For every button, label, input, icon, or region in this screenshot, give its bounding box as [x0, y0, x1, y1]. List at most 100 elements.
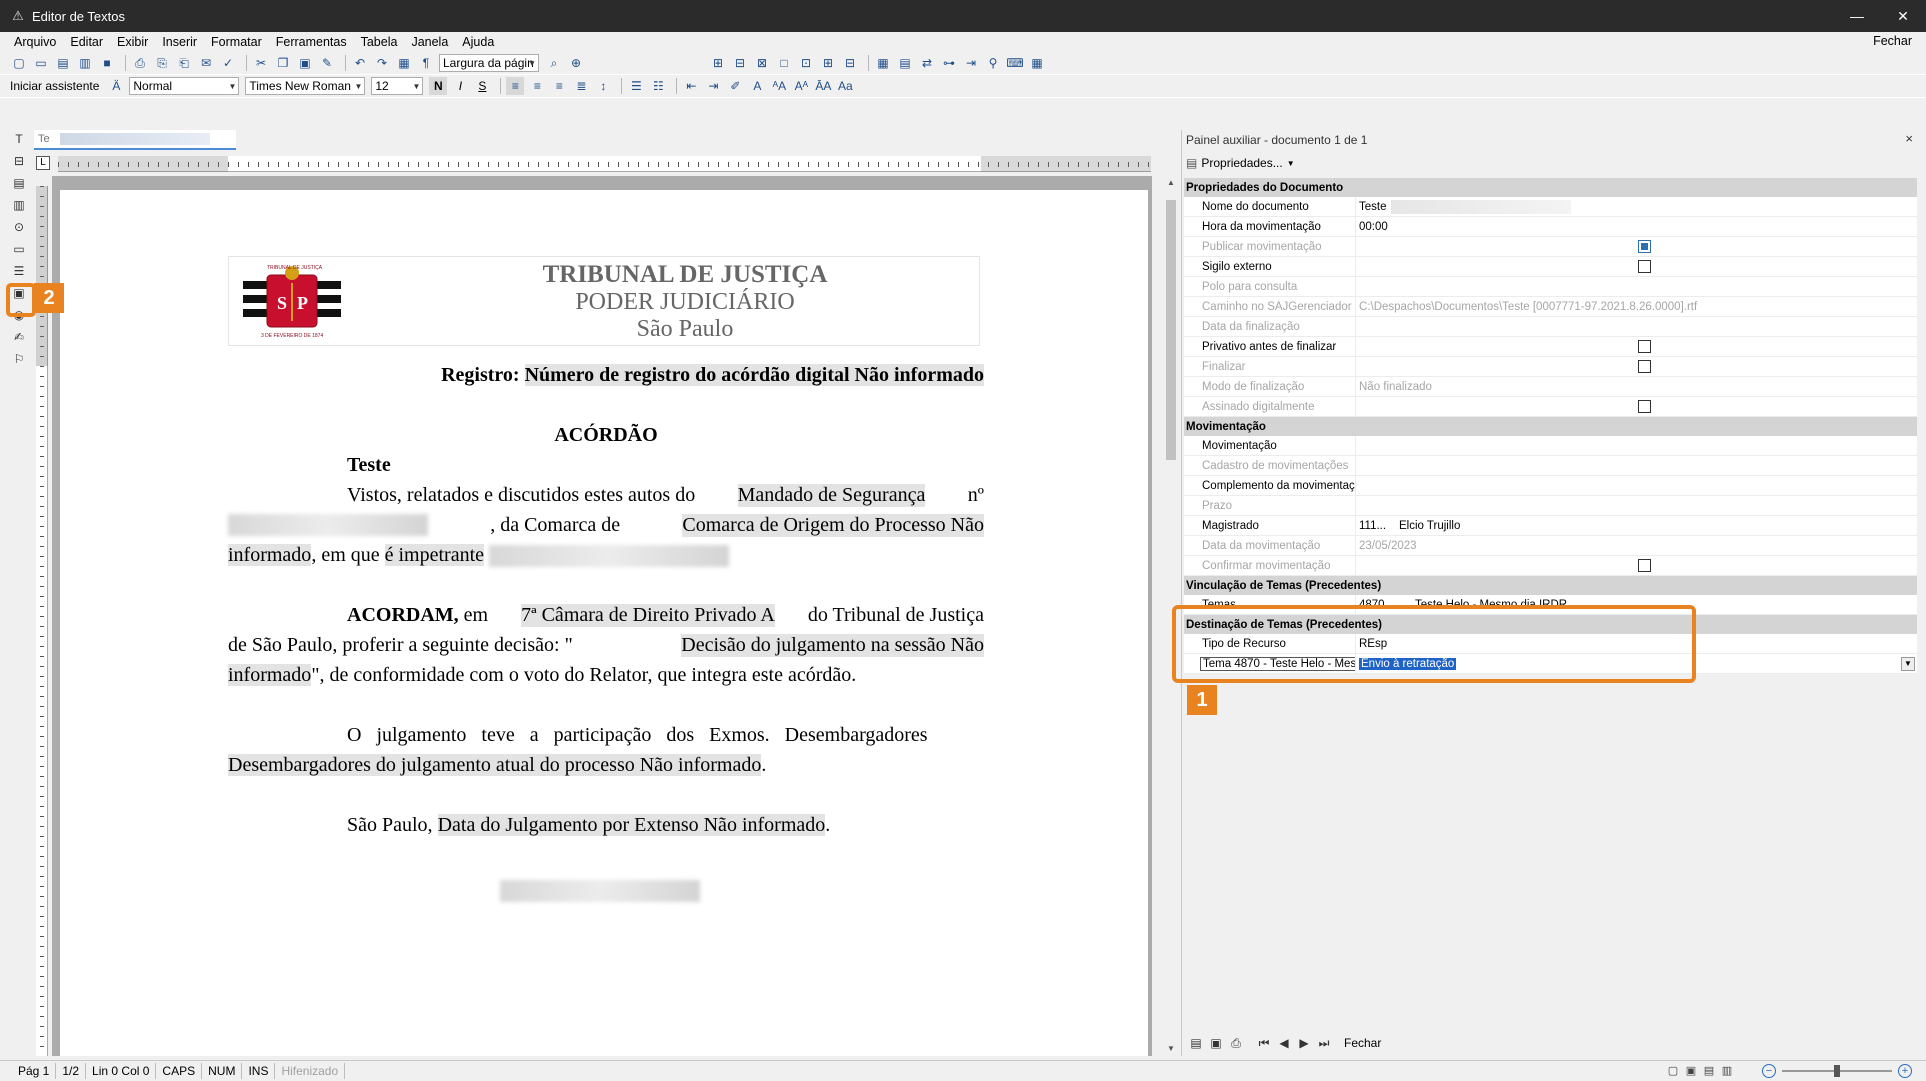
vertical-ruler[interactable] [36, 186, 48, 1056]
grid-view-icon[interactable]: ▦ [1028, 54, 1046, 72]
stamp-icon[interactable]: ⊟ [8, 150, 30, 172]
bullet-list-icon[interactable]: ☰ [627, 77, 645, 95]
print-preview-icon[interactable]: ⎘ [153, 54, 171, 72]
row-publicar-movimentacao[interactable]: Publicar movimentação [1184, 237, 1917, 257]
finalizar-checkbox[interactable] [1638, 360, 1651, 373]
case-icon[interactable]: ĀA [814, 77, 832, 95]
next-record-icon[interactable]: ▶ [1294, 1036, 1314, 1050]
row-hora-movimentacao[interactable]: Hora da movimentação 00:00 [1184, 217, 1917, 237]
row-data-finalizacao[interactable]: Data da finalização [1184, 317, 1917, 337]
scrollbar-thumb[interactable] [1166, 200, 1176, 460]
publicar-checkbox[interactable] [1638, 240, 1651, 253]
text-tool-icon[interactable]: T [8, 128, 30, 150]
p1-field-comarca[interactable]: Comarca de Origem do Processo Não [682, 514, 984, 537]
table-insert-icon[interactable]: ⊞ [709, 54, 727, 72]
row-prazo[interactable]: Prazo [1184, 496, 1917, 516]
underline-button[interactable]: S [473, 77, 491, 95]
row-confirmar-movimentacao[interactable]: Confirmar movimentação [1184, 556, 1917, 576]
footer-print-icon[interactable]: ⎙ [1226, 1036, 1246, 1051]
assistant-button[interactable]: Iniciar assistente [10, 79, 99, 93]
table-grid-icon[interactable]: ▦ [395, 54, 413, 72]
menu-editar[interactable]: Editar [70, 35, 103, 49]
p3-field-desembargadores[interactable]: Desembargadores do julgamento atual do p… [228, 754, 762, 776]
table-delete-icon[interactable]: ⊟ [841, 54, 859, 72]
template-icon[interactable]: ▥ [76, 54, 94, 72]
clear-format-icon[interactable]: Aa [836, 77, 854, 95]
forms-icon[interactable]: ▤ [8, 172, 30, 194]
row-assinado[interactable]: Assinado digitalmente [1184, 397, 1917, 417]
page-view-icon[interactable]: ▢ [1664, 1064, 1682, 1078]
open-icon[interactable]: ▤ [54, 54, 72, 72]
p1-field-impetrante[interactable]: é impetrante [384, 544, 485, 566]
align-right-icon[interactable]: ≡ [550, 77, 568, 95]
horizontal-ruler[interactable] [58, 156, 1151, 172]
draft-view-icon[interactable]: ▤ [1700, 1064, 1718, 1078]
tab-stop-selector[interactable]: L [36, 156, 50, 170]
save-icon[interactable]: ■ [98, 54, 116, 72]
p1-field-mandado[interactable]: Mandado de Segurança [737, 484, 926, 507]
document-page[interactable]: S P TRIBUNAL DE JUSTIÇA 3 DE FEVEREIRO D… [60, 190, 1148, 1056]
row-caminho[interactable]: Caminho no SAJGerenciador C:\Despachos\Do… [1184, 297, 1917, 317]
insert-field-icon[interactable]: ⇄ [918, 54, 936, 72]
table-row-icon[interactable]: ⊟ [731, 54, 749, 72]
table-merge-icon[interactable]: ⊞ [819, 54, 837, 72]
zoom-in-icon[interactable]: + [1898, 1064, 1912, 1078]
p2-field-camara[interactable]: 7ª Câmara de Direito Privado A [521, 604, 775, 627]
font-combo[interactable]: Times New Roman ▼ [245, 77, 366, 95]
confirmar-checkbox[interactable] [1638, 559, 1651, 572]
show-marks-icon[interactable]: ¶ [417, 54, 435, 72]
menu-ferramentas[interactable]: Ferramentas [276, 35, 347, 49]
filter-icon[interactable]: ⚲ [984, 54, 1002, 72]
zoom-slider[interactable] [1782, 1065, 1892, 1077]
undo-icon[interactable]: ↶ [351, 54, 369, 72]
row-magistrado[interactable]: Magistrado 111... Elcio Trujillo [1184, 516, 1917, 536]
menu-janela[interactable]: Janela [411, 35, 448, 49]
menu-inserir[interactable]: Inserir [162, 35, 197, 49]
zoom-slider-knob[interactable] [1834, 1065, 1840, 1077]
row-data-movimentacao[interactable]: Data da movimentação 23/05/2023 [1184, 536, 1917, 556]
row-sigilo-externo[interactable]: Sigilo externo [1184, 257, 1917, 277]
scroll-up-icon[interactable]: ▲ [1164, 176, 1178, 190]
two-page-view-icon[interactable]: ▥ [1718, 1064, 1736, 1078]
row-finalizar[interactable]: Finalizar [1184, 357, 1917, 377]
indent-icon[interactable]: ⇥ [704, 77, 722, 95]
keyboard-icon[interactable]: ⌨ [1006, 54, 1024, 72]
minimize-button[interactable]: — [1834, 0, 1880, 32]
row-privativo[interactable]: Privativo antes de finalizar [1184, 337, 1917, 357]
menu-ajuda[interactable]: Ajuda [462, 35, 494, 49]
aux-close-button[interactable]: Fechar [1344, 1036, 1381, 1050]
font-color-icon[interactable]: A [748, 77, 766, 95]
sigilo-checkbox[interactable] [1638, 260, 1651, 273]
outdent-icon[interactable]: ⇤ [682, 77, 700, 95]
row-movimentacao[interactable]: Movimentação [1184, 436, 1917, 456]
document-tab[interactable]: Te [34, 130, 236, 150]
print-setup-icon[interactable]: ⎗ [175, 54, 193, 72]
first-record-icon[interactable]: ⏮ [1254, 1036, 1274, 1051]
remove-field-icon[interactable]: ⇥ [962, 54, 980, 72]
scroll-down-icon[interactable]: ▼ [1164, 1042, 1178, 1056]
table-split-icon[interactable]: ⊡ [797, 54, 815, 72]
row-modo-finalizacao[interactable]: Modo de finalização Não finalizado [1184, 377, 1917, 397]
line-spacing-icon[interactable]: ↕ [594, 77, 612, 95]
chevron-down-icon[interactable]: ▼ [1901, 657, 1915, 671]
privativo-checkbox[interactable] [1638, 340, 1651, 353]
grow-font-icon[interactable]: ᴬA [770, 77, 788, 95]
format-painter-icon[interactable]: ✎ [318, 54, 336, 72]
p2-field-decisao[interactable]: Decisão do julgamento na sessão Não [681, 634, 984, 657]
copy-icon[interactable]: ❐ [274, 54, 292, 72]
menu-exibir[interactable]: Exibir [117, 35, 148, 49]
assinado-checkbox[interactable] [1638, 400, 1651, 413]
row-value[interactable] [1356, 436, 1917, 455]
close-document-menu[interactable]: Fechar [1873, 34, 1912, 48]
prev-record-icon[interactable]: ◀ [1274, 1036, 1294, 1050]
style-combo[interactable]: Normal ▼ [129, 77, 240, 95]
row-cadastro-movimentacoes[interactable]: Cadastro de movimentações [1184, 456, 1917, 476]
zoom-out-icon[interactable]: − [1762, 1064, 1776, 1078]
new-icon[interactable]: ▢ [10, 54, 28, 72]
registro-field[interactable]: Número de registro do acórdão digital Nã… [524, 364, 984, 386]
tree-icon[interactable]: ⊶ [940, 54, 958, 72]
signature-icon[interactable]: ✍ [8, 326, 30, 348]
field-list-icon[interactable]: ▤ [896, 54, 914, 72]
row-polo-consulta[interactable]: Polo para consulta [1184, 277, 1917, 297]
bold-button[interactable]: N [429, 77, 448, 95]
